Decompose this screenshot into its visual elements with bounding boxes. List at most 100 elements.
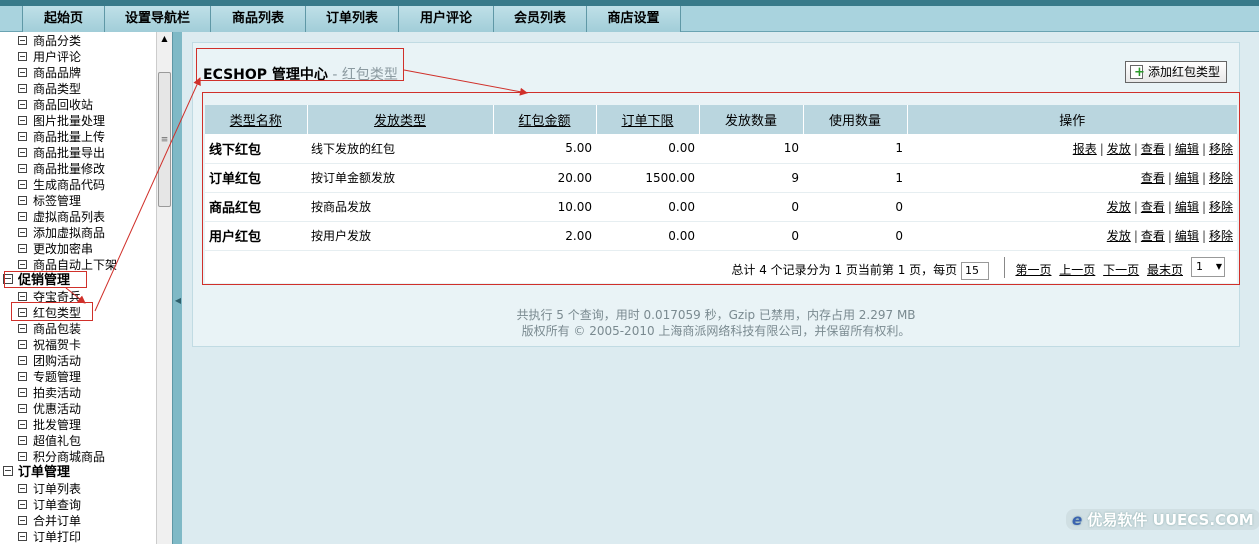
sidebar-item-label: 商品批量上传: [33, 130, 106, 144]
watermark-text: 优易软件 UUECS.COM: [1087, 511, 1254, 529]
expand-box-icon: [18, 436, 27, 445]
expand-box-icon: [18, 388, 27, 397]
sidebar-item-promo-4[interactable]: 团购活动: [18, 353, 81, 369]
sidebar-item-label: 订单打印: [33, 530, 82, 544]
watermark-logo: e 优易软件 UUECS.COM: [1066, 509, 1259, 530]
sidebar-item-label: 生成商品代码: [33, 178, 106, 192]
sidebar-item-promo-6[interactable]: 拍卖活动: [18, 385, 81, 401]
sidebar-item-label: 合并订单: [33, 514, 82, 528]
tab-shop-settings[interactable]: 商店设置: [586, 6, 681, 32]
expand-box-icon: [18, 356, 27, 365]
sidebar-group-label: 订单管理: [18, 465, 71, 480]
expand-box-icon: [18, 212, 27, 221]
annotation-box-table: [202, 92, 1240, 285]
sidebar-item-label: 优惠活动: [33, 402, 82, 416]
sidebar-item-label: 超值礼包: [33, 434, 82, 448]
sidebar-item-goods-4[interactable]: 商品回收站: [18, 97, 93, 113]
expand-box-icon: [18, 404, 27, 413]
expand-box-icon: [18, 516, 27, 525]
add-button-label: 添加红包类型: [1147, 65, 1220, 79]
sidebar-item-order-1[interactable]: 订单查询: [18, 497, 81, 513]
scroll-up-arrow-icon[interactable]: ▲: [157, 32, 172, 46]
sidebar-item-promo-8[interactable]: 批发管理: [18, 417, 81, 433]
annotation-box-promo-group: [4, 271, 87, 288]
top-nav: 起始页 设置导航栏 商品列表 订单列表 用户评论 会员列表 商店设置: [0, 6, 1259, 32]
expand-box-icon: [18, 164, 27, 173]
sidebar-item-goods-9[interactable]: 生成商品代码: [18, 177, 105, 193]
annotation-box-title: [196, 48, 404, 81]
frame-divider[interactable]: ◀: [172, 32, 182, 544]
sidebar-item-goods-8[interactable]: 商品批量修改: [18, 161, 105, 177]
sidebar-item-label: 积分商城商品: [33, 450, 106, 464]
sidebar-item-label: 订单列表: [33, 482, 82, 496]
sidebar-item-goods-6[interactable]: 商品批量上传: [18, 129, 105, 145]
sidebar-item-order-2[interactable]: 合并订单: [18, 513, 81, 529]
expand-box-icon: [18, 100, 27, 109]
sidebar-menu: 商品分类 用户评论 商品品牌 商品类型 商品回收站 图片批量处理 商品批量上传 商品批量导出商…: [0, 32, 156, 544]
sidebar-item-label: 商品批量导出: [33, 146, 106, 160]
collapse-arrow-icon[interactable]: ◀: [174, 294, 182, 308]
sidebar-item-order-0[interactable]: 订单列表: [18, 481, 81, 497]
sidebar-item-goods-1[interactable]: 用户评论: [18, 49, 81, 65]
sidebar-item-goods-3[interactable]: 商品类型: [18, 81, 81, 97]
sidebar-item-goods-12[interactable]: 添加虚拟商品: [18, 225, 105, 241]
expand-box-icon: [18, 532, 27, 541]
sidebar-item-label: 商品自动上下架: [33, 258, 118, 272]
sidebar-item-label: 商品回收站: [33, 98, 94, 112]
sidebar-item-goods-2[interactable]: 商品品牌: [18, 65, 81, 81]
sidebar-item-goods-5[interactable]: 图片批量处理: [18, 113, 105, 129]
annotation-box-bonus-item: [11, 302, 93, 321]
page-footer: 共执行 5 个查询，用时 0.017059 秒，Gzip 已禁用，内存占用 2.…: [193, 307, 1239, 339]
sidebar-item-label: 商品类型: [33, 82, 82, 96]
sidebar-item-promo-3[interactable]: 祝福贺卡: [18, 337, 81, 353]
sidebar-item-label: 更改加密串: [33, 242, 94, 256]
sidebar-item-label: 用户评论: [33, 50, 82, 64]
expand-box-icon: [18, 68, 27, 77]
expand-box-icon: [18, 372, 27, 381]
tab-member-list[interactable]: 会员列表: [493, 6, 586, 32]
expand-box-icon: [18, 292, 27, 301]
tab-home[interactable]: 起始页: [22, 6, 104, 32]
sidebar-item-label: 商品批量修改: [33, 162, 106, 176]
sidebar-scrollbar[interactable]: ▲ ≡: [156, 32, 172, 544]
footer-copyright: 版权所有 © 2005-2010 上海商派网络科技有限公司，并保留所有权利。: [521, 324, 911, 338]
scroll-thumb[interactable]: ≡: [158, 72, 171, 207]
tab-user-comments[interactable]: 用户评论: [398, 6, 493, 32]
tab-nav-settings[interactable]: 设置导航栏: [104, 6, 210, 32]
expand-box-icon: [18, 244, 27, 253]
sidebar-item-promo-2[interactable]: 商品包装: [18, 321, 81, 337]
watermark-e: e: [1072, 511, 1083, 529]
sidebar-item-label: 订单查询: [33, 498, 82, 512]
sidebar-item-promo-5[interactable]: 专题管理: [18, 369, 81, 385]
add-bonus-type-button[interactable]: 添加红包类型: [1124, 61, 1227, 83]
sidebar-item-label: 祝福贺卡: [33, 338, 82, 352]
sidebar-item-label: 商品分类: [33, 34, 82, 48]
expand-box-icon: [18, 180, 27, 189]
expand-box-icon: [18, 452, 27, 461]
expand-box-icon: [18, 148, 27, 157]
sidebar-item-goods-13[interactable]: 更改加密串: [18, 241, 93, 257]
sidebar-item-label: 商品品牌: [33, 66, 82, 80]
sidebar-item-promo-7[interactable]: 优惠活动: [18, 401, 81, 417]
tab-order-list[interactable]: 订单列表: [305, 6, 398, 32]
sidebar-item-promo-10[interactable]: 积分商城商品: [18, 449, 105, 465]
add-document-icon: [1129, 63, 1145, 83]
sidebar-item-goods-11[interactable]: 虚拟商品列表: [18, 209, 105, 225]
sidebar-item-goods-7[interactable]: 商品批量导出: [18, 145, 105, 161]
expand-box-icon: [18, 340, 27, 349]
expand-box-icon: [18, 228, 27, 237]
sidebar-group-orders[interactable]: 订单管理: [3, 465, 70, 481]
sidebar-item-label: 专题管理: [33, 370, 82, 384]
sidebar-item-label: 团购活动: [33, 354, 82, 368]
expand-box-icon: [18, 52, 27, 61]
sidebar-item-promo-9[interactable]: 超值礼包: [18, 433, 81, 449]
expand-box-icon: [18, 132, 27, 141]
sidebar-item-order-3[interactable]: 订单打印: [18, 529, 81, 544]
sidebar-item-goods-0[interactable]: 商品分类: [18, 33, 81, 49]
expand-box-icon: [18, 196, 27, 205]
expand-box-icon: [18, 84, 27, 93]
expand-box-icon: [18, 500, 27, 509]
sidebar-item-label: 拍卖活动: [33, 386, 82, 400]
sidebar-item-goods-10[interactable]: 标签管理: [18, 193, 81, 209]
tab-goods-list[interactable]: 商品列表: [210, 6, 305, 32]
